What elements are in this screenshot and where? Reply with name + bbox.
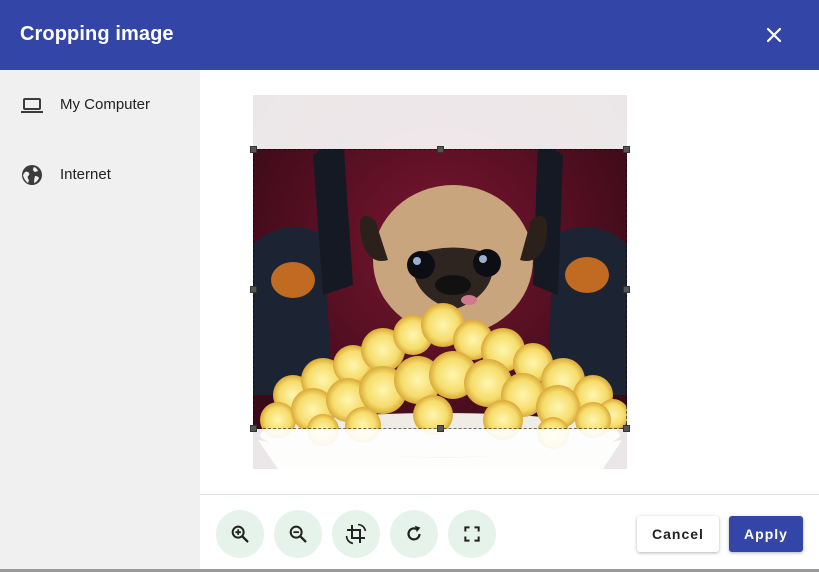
crop-handle-left[interactable] — [250, 286, 257, 293]
crop-handle-top-left[interactable] — [250, 146, 257, 153]
fit-screen-button[interactable] — [448, 510, 496, 558]
sidebar-item-label: Internet — [60, 166, 111, 183]
close-button[interactable] — [758, 19, 790, 51]
fit-screen-icon — [464, 526, 480, 542]
crop-area — [200, 70, 819, 494]
sidebar-item-my-computer[interactable]: My Computer — [0, 80, 200, 130]
zoom-in-icon — [231, 525, 249, 543]
cancel-button[interactable]: Cancel — [637, 516, 719, 552]
crop-handle-bottom-right[interactable] — [623, 425, 630, 432]
crop-dialog: Cropping image My Computer Internet Canc… — [0, 0, 819, 572]
rotate-button[interactable] — [390, 510, 438, 558]
laptop-icon — [21, 98, 43, 113]
source-sidebar: My Computer Internet — [0, 70, 200, 572]
globe-icon — [22, 165, 42, 185]
zoom-out-icon — [289, 525, 307, 543]
rotate-icon — [407, 525, 421, 541]
zoom-out-button[interactable] — [274, 510, 322, 558]
close-icon — [766, 27, 782, 43]
crop-handle-top-right[interactable] — [623, 146, 630, 153]
crop-selection[interactable] — [250, 146, 630, 432]
dialog-title: Cropping image — [20, 23, 174, 45]
crop-handle-bottom[interactable] — [437, 425, 444, 432]
crop-handle-right[interactable] — [623, 286, 630, 293]
sidebar-item-internet[interactable]: Internet — [0, 150, 200, 200]
dialog-footer: Cancel Apply — [200, 494, 819, 572]
crop-handle-bottom-left[interactable] — [250, 425, 257, 432]
sidebar-item-label: My Computer — [60, 96, 151, 113]
dialog-header: Cropping image — [0, 0, 819, 70]
zoom-in-button[interactable] — [216, 510, 264, 558]
crop-rotate-icon — [345, 523, 367, 545]
crop-handle-top[interactable] — [437, 146, 444, 153]
apply-button[interactable]: Apply — [729, 516, 803, 552]
crop-rotate-button[interactable] — [332, 510, 380, 558]
